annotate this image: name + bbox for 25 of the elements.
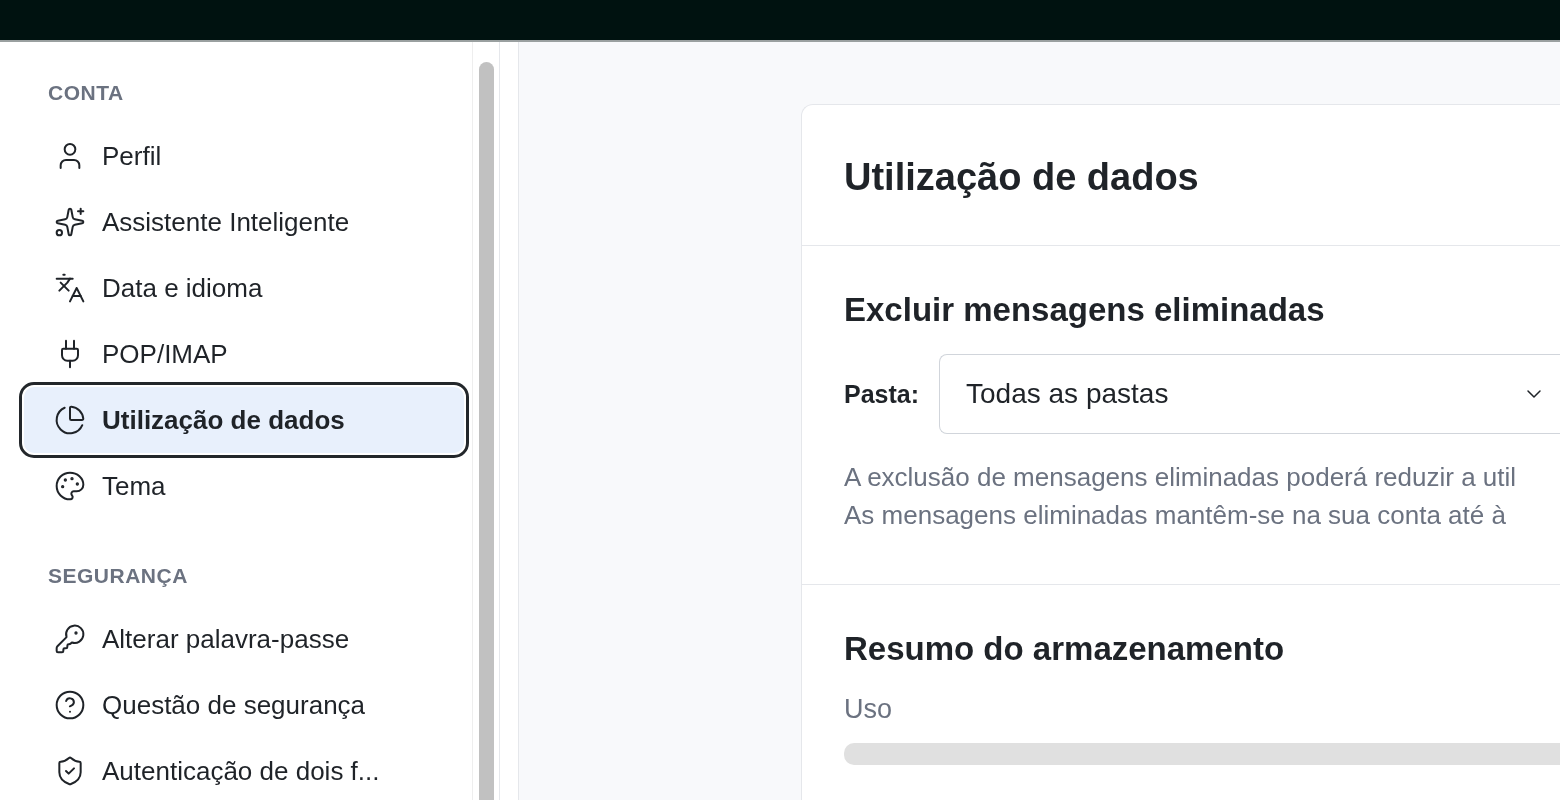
description-line: A exclusão de mensagens eliminadas poderá reduzir a util — [844, 461, 1518, 494]
card-title: Utilização de dados — [802, 105, 1560, 246]
help-circle-icon — [54, 689, 86, 721]
sparkles-icon — [54, 206, 86, 238]
key-icon — [54, 623, 86, 655]
palette-icon — [54, 470, 86, 502]
sidebar-item[interactable]: POP/IMAP — [24, 321, 464, 387]
folder-label: Pasta: — [844, 379, 920, 409]
sidebar-item[interactable]: Assistente Inteligente — [24, 189, 464, 255]
section-heading: CONTA — [47, 80, 125, 106]
sidebar-item[interactable]: Perfil — [24, 123, 464, 189]
folder-select[interactable]: Todas as pastas — [939, 354, 1560, 434]
usage-label: Uso — [844, 693, 893, 725]
sidebar-item[interactable]: Data e idioma — [24, 255, 464, 321]
sidebar-item[interactable]: Autenticação de dois f... — [24, 738, 464, 800]
description-line: As mensagens eliminadas mantêm-se na sua conta até à — [844, 499, 1507, 532]
pie-chart-icon — [54, 404, 86, 436]
sidebar-item[interactable]: Alterar palavra-passe — [24, 606, 464, 672]
sidebar-item[interactable]: Tema — [24, 453, 464, 519]
translate-icon — [54, 272, 86, 304]
scrollbar-thumb[interactable] — [478, 62, 494, 800]
section-title: Excluir mensagens eliminadas — [844, 290, 1326, 330]
section-title: Resumo do armazenamento — [844, 629, 1286, 669]
section-heading: SEGURANÇA — [47, 563, 189, 589]
sidebar-item[interactable]: Questão de segurança — [24, 672, 464, 738]
